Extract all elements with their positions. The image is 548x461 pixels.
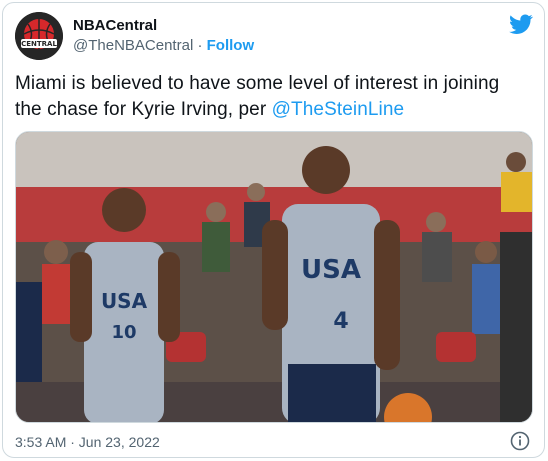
twitter-bird-icon[interactable] <box>509 12 533 36</box>
photo-scene: USA 10 USA 4 <box>16 132 532 422</box>
jersey-right-number: 4 <box>333 309 348 334</box>
tweet-photo[interactable]: USA 10 USA 4 <box>15 131 533 423</box>
tweet-header: CENTRAL NBACentral @TheNBACentral · Foll… <box>15 12 535 60</box>
jersey-right-text: USA <box>301 255 361 285</box>
follow-button[interactable]: Follow <box>207 37 255 54</box>
display-name[interactable]: NBACentral <box>73 16 254 36</box>
mention-link[interactable]: @TheSteinLine <box>272 99 405 120</box>
info-icon[interactable] <box>510 431 530 451</box>
author-names: NBACentral @TheNBACentral · Follow <box>73 16 254 56</box>
jersey-left-text: USA <box>101 289 148 313</box>
handle-line: @TheNBACentral · Follow <box>73 36 254 56</box>
tweet-timestamp[interactable]: 3:53 AM · Jun 23, 2022 <box>15 433 160 451</box>
avatar[interactable]: CENTRAL <box>15 12 63 60</box>
jersey-left-number: 10 <box>111 322 136 343</box>
nba-central-logo: CENTRAL <box>15 12 63 60</box>
avatar-label: CENTRAL <box>21 40 57 48</box>
separator: · <box>197 37 203 54</box>
author-handle[interactable]: @TheNBACentral <box>73 37 193 54</box>
tweet-text: Miami is believed to have some level of … <box>15 71 530 123</box>
tweet-card: CENTRAL NBACentral @TheNBACentral · Foll… <box>2 2 545 458</box>
tweet-body: Miami is believed to have some level of … <box>15 73 500 120</box>
